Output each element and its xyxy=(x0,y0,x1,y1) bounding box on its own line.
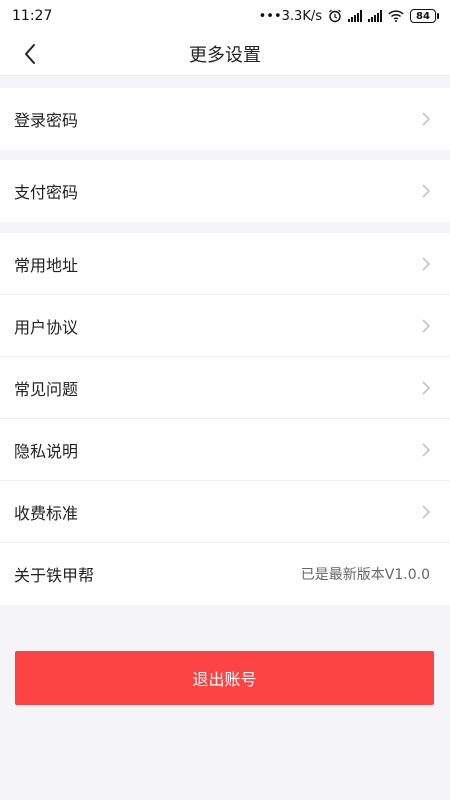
about-label: 关于铁甲帮 xyxy=(14,566,95,585)
settings-group-login: 登录密码 xyxy=(0,88,450,150)
settings-item-label: 隐私说明 xyxy=(14,441,79,461)
network-speed: •••3.3K/s xyxy=(258,8,322,24)
settings-item-label: 用户协议 xyxy=(14,317,79,337)
battery-level: 84 xyxy=(416,10,430,22)
battery-icon: 84 xyxy=(410,9,439,23)
settings-item-agreement[interactable]: 用户协议 xyxy=(0,295,450,357)
settings-item-fees[interactable]: 收费标准 xyxy=(0,481,450,543)
nav-bar: 更多设置 xyxy=(0,32,450,76)
chevron-right-icon xyxy=(422,380,430,395)
pay-password-item[interactable]: 支付密码 xyxy=(0,160,450,222)
page-title: 更多设置 xyxy=(189,44,261,66)
chevron-right-icon xyxy=(422,256,430,271)
signal-icon xyxy=(348,10,362,22)
wifi-icon xyxy=(388,10,404,22)
pay-password-label: 支付密码 xyxy=(14,183,79,202)
settings-group-list: 常用地址 用户协议 常见问题 隐私说明 收费标准 关于铁甲帮 已是最新版本V1.… xyxy=(0,233,450,605)
chevron-right-icon xyxy=(422,504,430,519)
chevron-right-icon xyxy=(422,442,430,457)
chevron-left-icon xyxy=(25,44,35,64)
status-icons: •••3.3K/s 84 xyxy=(258,8,439,24)
login-password-label: 登录密码 xyxy=(14,111,79,130)
settings-item-about[interactable]: 关于铁甲帮 已是最新版本V1.0.0 xyxy=(0,543,450,605)
settings-item-label: 常见问题 xyxy=(14,379,79,399)
settings-group-pay: 支付密码 xyxy=(0,160,450,222)
signal-icon-2 xyxy=(368,10,382,22)
settings-item-label: 常用地址 xyxy=(14,255,79,275)
status-time: 11:27 xyxy=(12,8,53,24)
login-password-item[interactable]: 登录密码 xyxy=(0,88,450,150)
logout-button[interactable]: 退出账号 xyxy=(15,651,434,705)
back-button[interactable] xyxy=(14,38,46,70)
settings-item-address[interactable]: 常用地址 xyxy=(0,233,450,295)
status-bar: 11:27 •••3.3K/s 84 xyxy=(0,0,450,32)
version-text: 已是最新版本V1.0.0 xyxy=(300,567,430,583)
settings-item-label: 收费标准 xyxy=(14,503,79,523)
settings-item-privacy[interactable]: 隐私说明 xyxy=(0,419,450,481)
alarm-icon xyxy=(329,9,341,23)
chevron-right-icon xyxy=(422,184,430,198)
chevron-right-icon xyxy=(422,112,430,126)
chevron-right-icon xyxy=(422,318,430,333)
settings-item-faq[interactable]: 常见问题 xyxy=(0,357,450,419)
